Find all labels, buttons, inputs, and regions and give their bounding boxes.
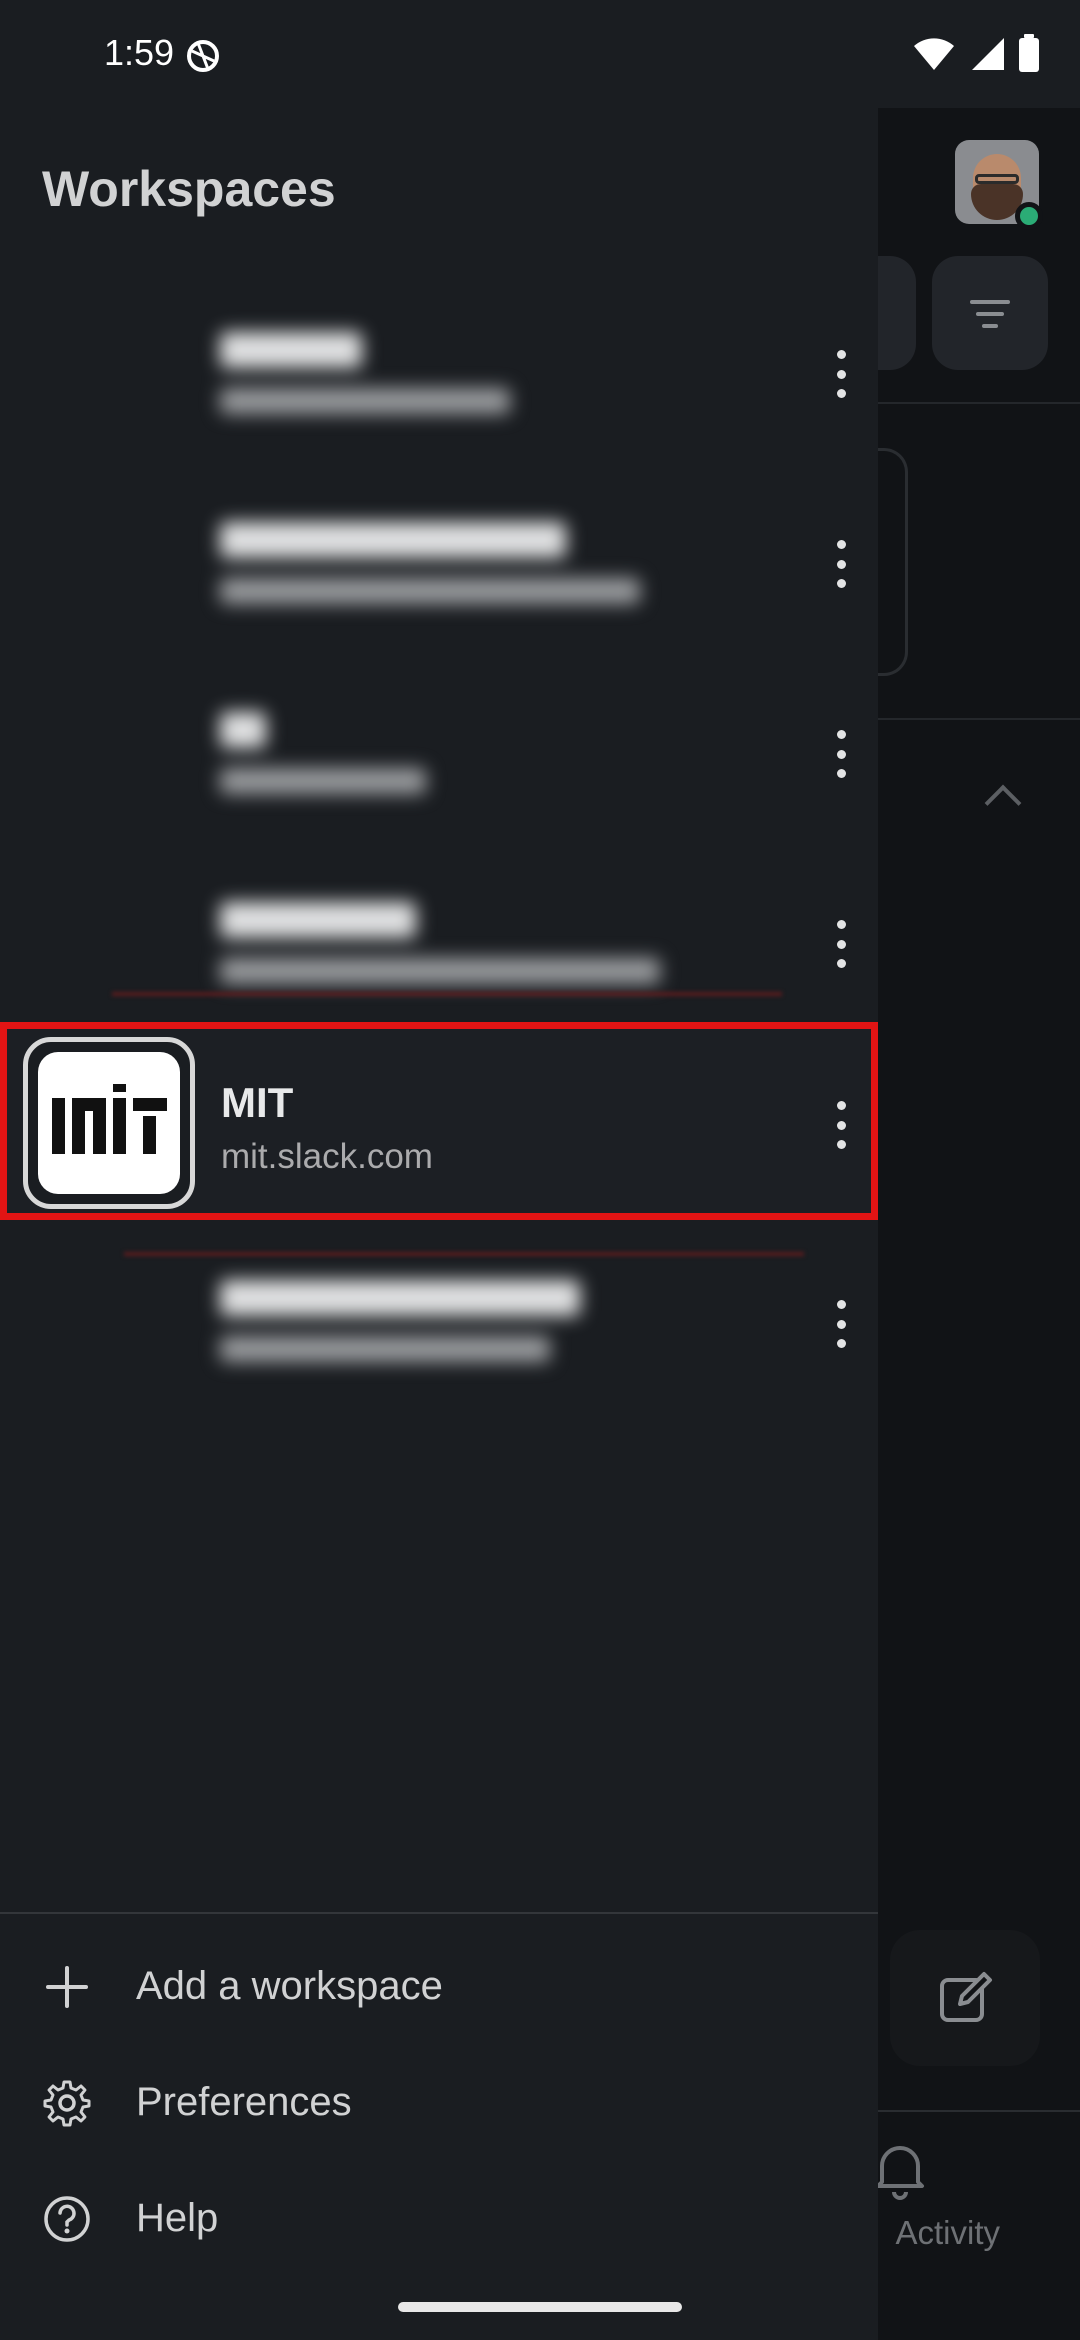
add-workspace-button[interactable]: Add a workspace — [0, 1936, 878, 2036]
workspace-item[interactable] — [0, 292, 878, 472]
status-bar: 1:59 — [0, 0, 1080, 108]
workspaces-drawer: Workspaces Add a workspace Preferences H… — [0, 108, 878, 2340]
workspace-item[interactable] — [0, 482, 878, 662]
more-options-icon[interactable] — [826, 1294, 856, 1354]
more-options-icon[interactable] — [826, 914, 856, 974]
help-label: Help — [136, 2196, 219, 2240]
more-options-icon[interactable] — [826, 534, 856, 594]
bell-icon[interactable] — [872, 2140, 928, 2200]
compose-button[interactable] — [890, 1930, 1040, 2066]
mit-workspace-logo — [23, 1037, 195, 1209]
drawer-title: Workspaces — [42, 161, 336, 217]
filter-icon — [970, 300, 1010, 328]
more-options-icon[interactable] — [826, 344, 856, 404]
workspace-item[interactable] — [0, 672, 878, 852]
compose-icon — [940, 1972, 992, 2022]
vpn-icon — [187, 40, 219, 72]
activity-tab-label[interactable]: Activity — [860, 2214, 1000, 2252]
home-indicator[interactable] — [398, 2302, 682, 2312]
help-circle-icon — [44, 2196, 90, 2242]
plus-icon — [46, 1966, 88, 2008]
workspace-item[interactable] — [0, 1242, 878, 1422]
help-button[interactable]: Help — [0, 2168, 878, 2268]
workspace-item-mit[interactable]: MIT mit.slack.com — [0, 1022, 878, 1220]
workspace-name: MIT — [221, 1079, 294, 1126]
gear-icon — [43, 2080, 91, 2127]
drawer-divider — [0, 1912, 878, 1914]
preferences-label: Preferences — [136, 2080, 352, 2124]
online-status-icon — [1015, 202, 1043, 230]
workspace-url: mit.slack.com — [221, 1137, 433, 1176]
more-options-icon[interactable] — [826, 1095, 856, 1155]
cell-signal-icon — [972, 38, 1004, 70]
status-time: 1:59 — [104, 32, 175, 73]
preferences-button[interactable]: Preferences — [0, 2052, 878, 2152]
mit-logo-icon — [52, 1084, 167, 1154]
wifi-icon — [914, 38, 954, 70]
filter-button[interactable] — [932, 256, 1048, 370]
more-options-icon[interactable] — [826, 724, 856, 784]
add-workspace-label: Add a workspace — [136, 1964, 443, 2008]
status-icons — [912, 34, 1040, 72]
chevron-up-icon[interactable] — [984, 784, 1022, 822]
workspace-item[interactable] — [0, 862, 878, 1042]
battery-icon — [1019, 34, 1039, 72]
